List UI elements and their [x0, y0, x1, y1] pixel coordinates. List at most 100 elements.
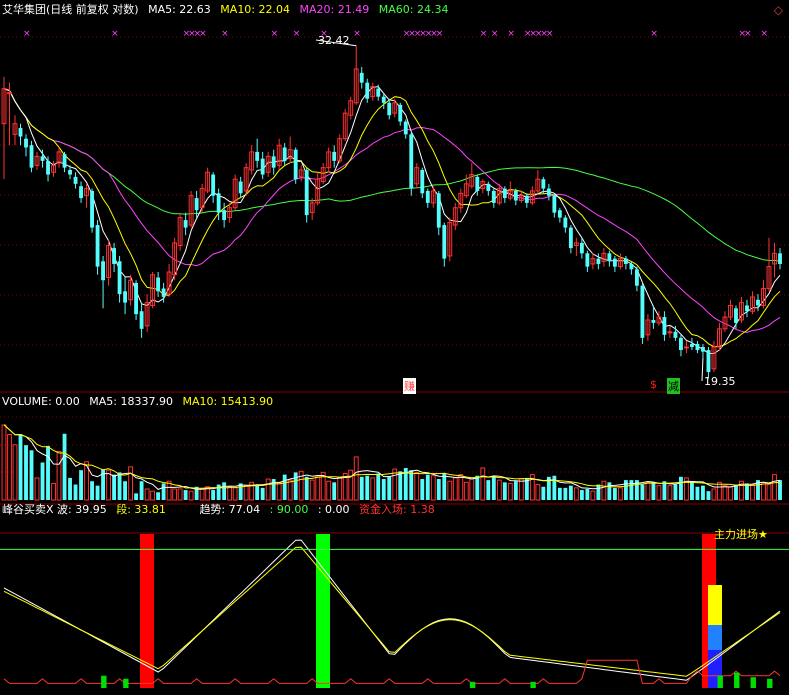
candle-body [398, 104, 403, 122]
volume-bar [717, 481, 722, 501]
candle-body [486, 183, 491, 191]
candle-body [271, 156, 276, 168]
volume-bar [326, 480, 332, 501]
volume-bars [1, 424, 782, 501]
chart-title: 艾华集团(日线 前复权 对数) [2, 3, 139, 16]
volume-bar [590, 490, 596, 501]
candle-body [112, 248, 116, 264]
diamond-icon[interactable]: ◇ [774, 3, 783, 17]
volume-bar [359, 476, 364, 500]
ma20-label: MA20: 21.49 [299, 3, 370, 16]
volume-bar [73, 484, 78, 500]
candle-body [117, 261, 122, 295]
candle-body [161, 288, 166, 297]
ma60-label: MA60: 24.34 [378, 3, 449, 16]
wave-label: 峰谷买卖X 波: 39.95 [2, 503, 107, 516]
candlesticks [1, 45, 782, 379]
volume-bar [667, 485, 673, 501]
volume-bar [690, 482, 694, 500]
ma10-label: MA10: 22.04 [220, 3, 291, 16]
high-price-label: 32.42 [318, 34, 350, 47]
volume-bar [199, 488, 205, 501]
volume-bar [463, 481, 469, 501]
volume-bar [293, 472, 298, 500]
candle-body [260, 158, 265, 175]
volume-bar [563, 487, 568, 500]
candle-body [607, 253, 612, 262]
candle-body [304, 169, 309, 216]
volume-bar [287, 479, 293, 501]
ma5-label: MA5: 22.63 [148, 3, 211, 16]
volume-bar [309, 479, 315, 501]
volume-bar [772, 474, 777, 501]
candle-body [134, 282, 139, 315]
volume-bar [353, 456, 359, 501]
volume-bar [172, 488, 178, 501]
candle-body [513, 190, 518, 201]
volume-bar [387, 476, 392, 500]
candle-body [79, 186, 83, 199]
volume-bar [766, 484, 772, 501]
volume-bar [518, 478, 524, 501]
candle-body [546, 188, 551, 196]
candle-body [409, 134, 414, 189]
candle-body [24, 138, 28, 148]
candle-body [778, 253, 782, 264]
wave-line [3, 539, 781, 681]
volume-label: VOLUME: 0.00 [2, 395, 80, 408]
volume-bar [502, 482, 507, 500]
candle-body [293, 149, 298, 180]
volume-bar [722, 485, 728, 501]
volume-bar [222, 482, 227, 500]
candle-body [442, 225, 447, 259]
candle-body [183, 220, 188, 228]
candle-body [73, 176, 78, 184]
volume-bar [337, 477, 343, 501]
signal-x-icon: × [221, 29, 229, 39]
volume-bar [414, 471, 420, 501]
volume-bar [315, 476, 321, 501]
candle-body [673, 331, 678, 338]
candle-body [403, 121, 408, 135]
candle-body [756, 299, 760, 306]
signal-x-icon: × [353, 29, 361, 39]
volume-bar [442, 473, 447, 500]
volume-bar [255, 484, 260, 500]
line90-label: : 90.00 [269, 503, 309, 516]
volume-bar [381, 479, 386, 500]
volume-bar [376, 473, 381, 500]
volume-bar [68, 477, 72, 500]
candle-body [255, 151, 260, 161]
trend-label: 趋势: 77.04 [199, 503, 261, 516]
segment-label: 段: 33.81 [116, 503, 166, 516]
price-header: 艾华集团(日线 前复权 对数) MA5: 22.63 MA10: 22.04 M… [2, 3, 454, 17]
volume-bar [123, 481, 128, 500]
candle-body [95, 225, 100, 267]
line0-label: : 0.00 [317, 503, 350, 516]
volume-bar [541, 486, 546, 500]
fund-green-bar [734, 672, 740, 688]
volume-bar [144, 488, 150, 501]
candle-body [640, 285, 645, 338]
candle-body [524, 195, 529, 203]
volume-bar [79, 470, 83, 500]
volume-bar [1, 424, 7, 501]
signal-x-icon: × [650, 29, 658, 39]
volume-bar [447, 480, 453, 501]
volume-bar [579, 490, 584, 500]
signal-x-icon: × [744, 29, 752, 39]
volume-bar [365, 475, 370, 500]
volume-ma5-label: MA5: 18337.90 [89, 395, 173, 408]
fund-entry-line [3, 659, 781, 684]
candle-body [475, 176, 480, 191]
volume-bar [734, 484, 738, 500]
fund-green-bar [123, 678, 129, 688]
volume-bar [128, 466, 134, 501]
volume-bar [436, 479, 441, 500]
candle-body [491, 190, 496, 203]
candle-body [211, 174, 216, 196]
volume-bar [645, 481, 651, 501]
signal-x-icon: × [23, 29, 31, 39]
candle-body [623, 258, 628, 264]
candle-body [90, 190, 94, 228]
